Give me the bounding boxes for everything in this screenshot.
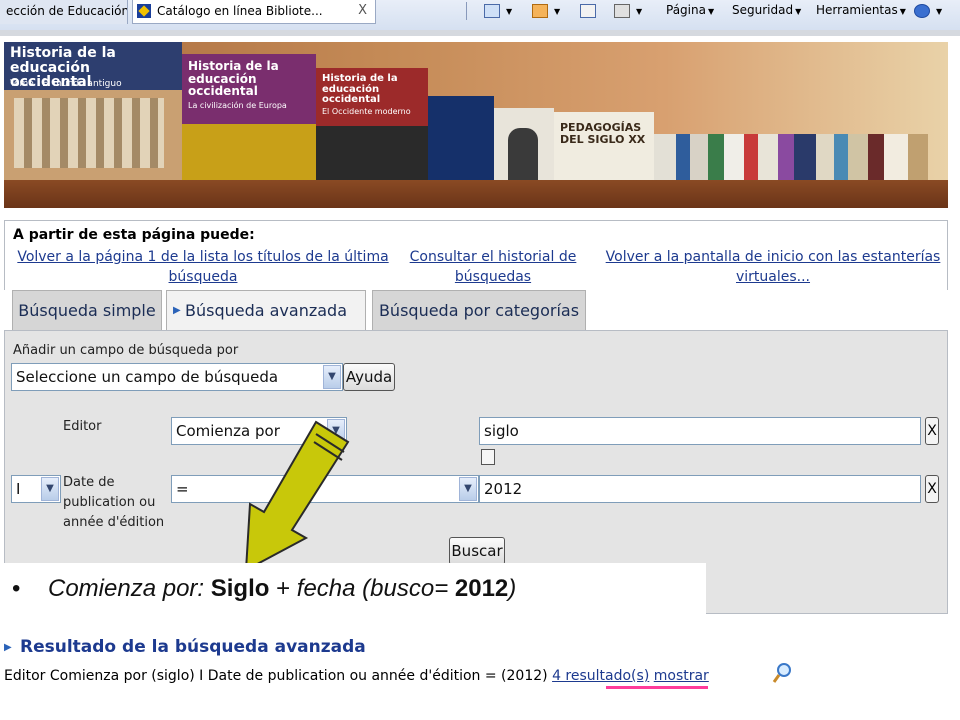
book-title: PEDAGOGÍAS DEL SIGLO XX: [560, 121, 646, 146]
annotation-note: • Comienza por: Siglo + fecha (busco= 20…: [0, 563, 706, 615]
browser-toolbar: ección de Educación Catálogo en línea Bi…: [0, 0, 960, 34]
book-cover: Historia de la educación occidental Tomo…: [4, 42, 182, 182]
back-to-results-link[interactable]: Volver a la página 1 de la lista los tít…: [13, 247, 393, 287]
book-subtitle: El Occidente moderno: [322, 107, 411, 116]
search-history-link[interactable]: Consultar el historial de búsquedas: [405, 247, 581, 287]
results-summary: Editor Comienza por (siglo) I Date de pu…: [4, 664, 709, 688]
note-text: Comienza por: Siglo + fecha (busco= 2012…: [48, 563, 516, 615]
note-plus: +: [269, 575, 297, 602]
chevron-down-icon: ▼: [707, 7, 715, 16]
columns-illustration: [14, 98, 164, 168]
row1-value-input[interactable]: siglo: [479, 417, 921, 445]
row2-remove-button[interactable]: X: [925, 475, 939, 503]
book-cover: Historia de la educación occidental La c…: [182, 54, 316, 194]
page-menu-label: Página: [666, 3, 706, 17]
close-tab-icon[interactable]: X: [358, 0, 367, 22]
toolbar-separator: [466, 2, 467, 20]
help-menu[interactable]: ▼: [914, 0, 942, 22]
note-bold: 2012: [454, 575, 509, 602]
select-value: =: [176, 480, 189, 498]
portrait-illustration: [508, 128, 538, 188]
chevron-down-icon: ▼: [899, 7, 906, 16]
browser-tab-catalog[interactable]: Catálogo en línea Bibliote... X: [132, 0, 376, 24]
tab-simple-search[interactable]: Búsqueda simple: [12, 290, 162, 330]
chevron-down-icon: ▼: [795, 7, 802, 16]
results-count-link[interactable]: 4 resultado(s): [552, 668, 649, 684]
security-menu-label: Seguridad: [732, 3, 794, 17]
tools-menu-label: Herramientas: [816, 3, 898, 17]
browser-tab-education[interactable]: ección de Educación: [0, 0, 128, 24]
book-title: Historia de la educación occidental: [188, 59, 279, 99]
select-value: Seleccione un campo de búsqueda: [16, 368, 279, 386]
add-field-label: Añadir un campo de búsqueda por: [13, 343, 239, 358]
book-subtitle: La civilización de Europa: [188, 101, 287, 110]
bullet-icon: •: [12, 575, 21, 602]
page-menu[interactable]: Página ▼: [666, 0, 714, 22]
rss-icon: [532, 3, 548, 18]
note-end: ): [508, 575, 517, 602]
row2-value-input[interactable]: 2012: [479, 475, 921, 503]
banner-bookshelf-image: Historia de la educación occidental Tomo…: [4, 42, 948, 208]
navigation-options-panel: A partir de esta página puede: Volver a …: [4, 220, 948, 290]
mail-button[interactable]: [580, 0, 600, 22]
magnifier-icon[interactable]: [772, 662, 792, 684]
select-value: I: [16, 480, 21, 498]
book-title: Historia de la educación occidental: [322, 73, 398, 105]
note-label: Comienza por:: [48, 575, 211, 602]
row2-field-label: Date de publication ou année d'édition: [63, 475, 165, 530]
row1-remove-button[interactable]: X: [925, 417, 939, 445]
help-icon: [914, 3, 930, 18]
search-button[interactable]: Buscar: [449, 537, 505, 565]
results-title: Resultado de la búsqueda avanzada: [4, 636, 366, 659]
results-query: Editor Comienza por (siglo) I Date de pu…: [4, 668, 553, 684]
row2-connector-select[interactable]: I ▼: [11, 475, 61, 503]
shelf: [4, 180, 948, 208]
note-bold: Siglo: [210, 575, 270, 602]
site-favicon-icon: [137, 4, 151, 18]
book-subtitle: Tomo I El mundo antiguo: [10, 79, 122, 89]
highlight-underline: [606, 686, 708, 689]
add-field-select[interactable]: Seleccione un campo de búsqueda ▼: [11, 363, 343, 391]
home-icon: [484, 3, 500, 18]
note-label: fecha (busco=: [296, 575, 455, 602]
tools-menu[interactable]: Herramientas ▼: [816, 0, 906, 22]
print-button[interactable]: ▼: [614, 0, 642, 22]
toolbar-divider: [0, 30, 960, 36]
tab-advanced-search[interactable]: Búsqueda avanzada: [166, 290, 366, 332]
mail-icon: [580, 3, 596, 18]
tab-category-search[interactable]: Búsqueda por categorías: [372, 290, 586, 330]
home-button[interactable]: ▼: [484, 0, 512, 22]
feeds-button[interactable]: ▼: [532, 0, 560, 22]
book-icon: [481, 449, 495, 465]
chevron-down-icon: ▼: [323, 365, 341, 389]
help-button[interactable]: Ayuda: [343, 363, 395, 391]
print-icon: [614, 3, 630, 18]
home-shelves-link[interactable]: Volver a la pantalla de inicio con las e…: [603, 247, 943, 287]
tab-label: Búsqueda avanzada: [184, 301, 348, 320]
tab-label: Catálogo en línea Bibliote...: [157, 4, 323, 18]
chevron-down-icon: ▼: [41, 477, 59, 501]
chevron-down-icon: ▼: [459, 477, 477, 501]
annotation-arrow: [244, 420, 350, 572]
panel-title: A partir de esta página puede:: [13, 227, 255, 243]
show-results-link[interactable]: mostrar: [654, 668, 709, 684]
security-menu[interactable]: Seguridad ▼: [732, 0, 801, 22]
row1-field-label: Editor: [63, 419, 102, 434]
